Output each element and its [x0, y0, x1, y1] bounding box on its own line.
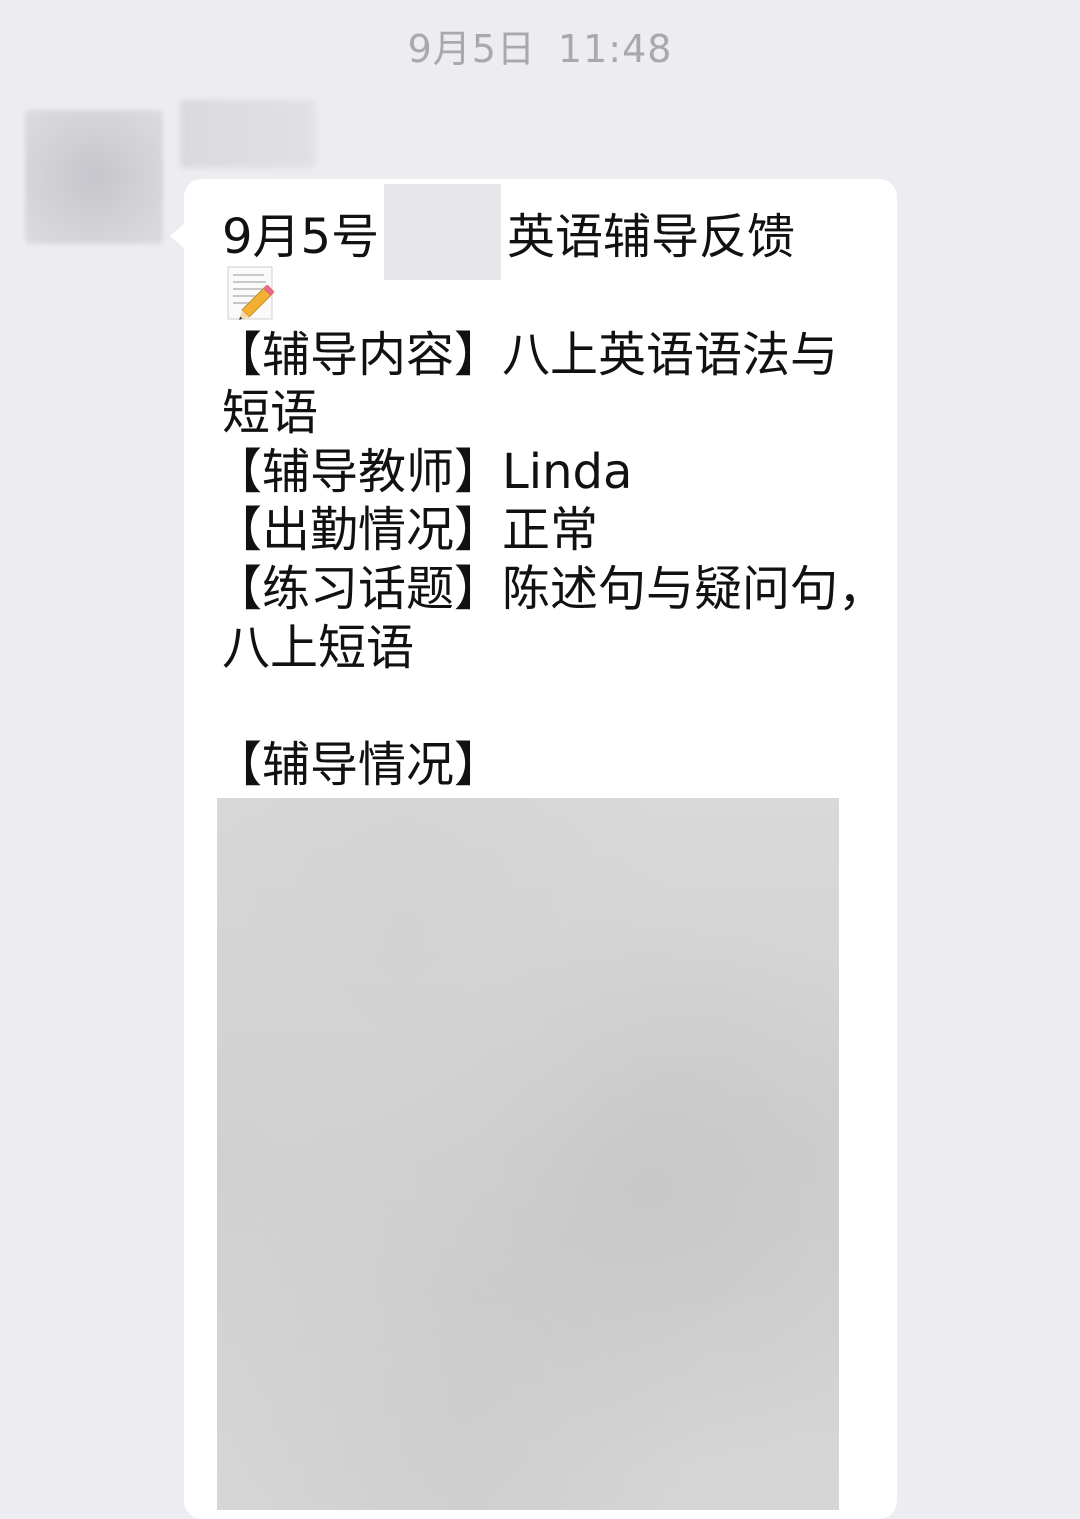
topic-line-1: 【练习话题】陈述句与疑问句，: [214, 561, 887, 617]
message-title-prefix: 9月5号: [222, 209, 380, 265]
sender-name-redacted: [180, 100, 315, 168]
content-line-2: 短语: [222, 385, 319, 441]
content-line-1: 【辅导内容】八上英语语法与: [214, 327, 839, 383]
timestamp-time: 11:48: [557, 27, 673, 71]
teacher-line: 【辅导教师】Linda: [214, 444, 633, 500]
memo-pencil-icon: [227, 266, 275, 320]
timestamp: 9月5日 11:48: [0, 18, 1080, 73]
attendance-line: 【出勤情况】正常: [214, 502, 599, 558]
topic-line-2: 八上短语: [222, 620, 415, 676]
status-heading: 【辅导情况】: [214, 737, 503, 793]
image-preview-redacted[interactable]: [217, 798, 839, 1510]
timestamp-date: 9月5日: [407, 27, 536, 71]
avatar[interactable]: [25, 110, 163, 244]
redacted-name-block: [384, 184, 501, 280]
message-title-suffix: 英语辅导反馈: [507, 209, 796, 265]
